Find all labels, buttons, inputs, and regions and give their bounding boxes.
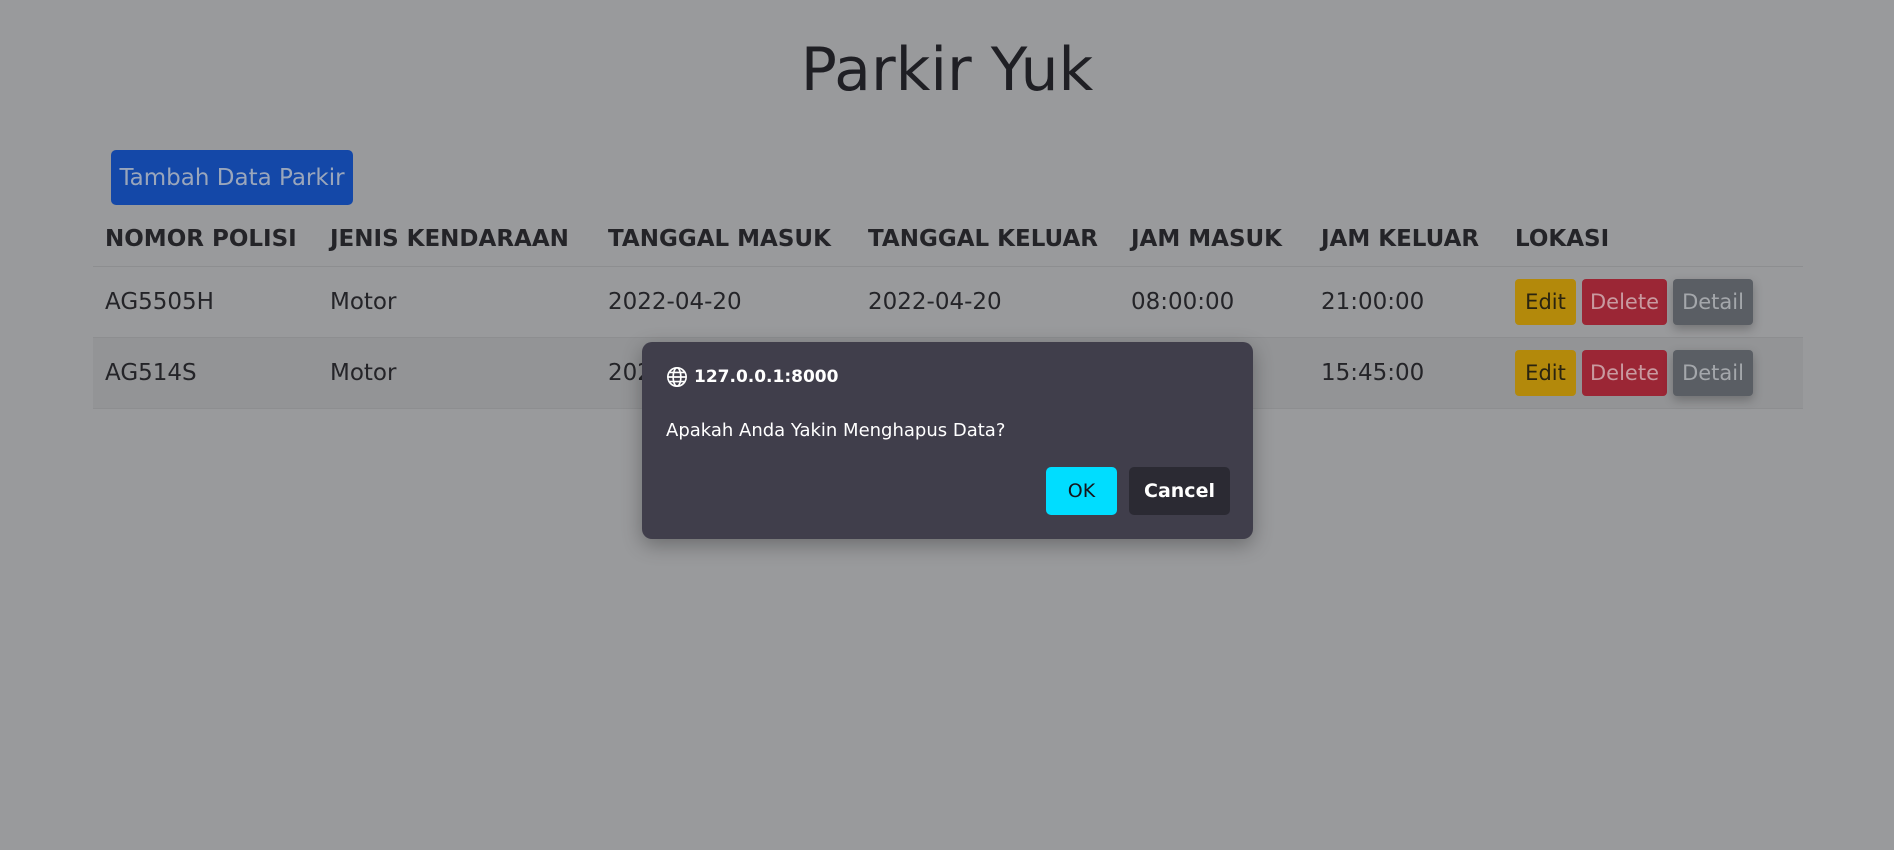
table-header-row: NOMOR POLISI JENIS KENDARAAN TANGGAL MAS… xyxy=(93,212,1803,267)
delete-button[interactable]: Delete xyxy=(1582,350,1667,396)
column-header-jam-masuk: JAM MASUK xyxy=(1119,212,1309,267)
detail-button[interactable]: Detail xyxy=(1673,279,1753,325)
column-header-tanggal-masuk: TANGGAL MASUK xyxy=(596,212,856,267)
add-parking-data-button[interactable]: Tambah Data Parkir xyxy=(111,150,353,205)
cell-actions: Edit Delete Detail xyxy=(1503,266,1803,338)
dialog-origin: 127.0.0.1:8000 xyxy=(666,366,838,388)
confirm-dialog: 127.0.0.1:8000 Apakah Anda Yakin Menghap… xyxy=(642,342,1253,539)
cell-jam-masuk: 08:00:00 xyxy=(1119,266,1309,338)
delete-button[interactable]: Delete xyxy=(1582,279,1667,325)
dialog-origin-text: 127.0.0.1:8000 xyxy=(694,367,839,387)
cell-tanggal-masuk: 2022-04-20 xyxy=(596,266,856,338)
cell-jam-keluar: 15:45:00 xyxy=(1309,337,1503,409)
cell-nomor-polisi: AG514S xyxy=(93,337,318,409)
detail-button[interactable]: Detail xyxy=(1673,350,1753,396)
page: Parkir Yuk Tambah Data Parkir NOMOR POLI… xyxy=(0,0,1894,850)
page-title: Parkir Yuk xyxy=(800,35,1094,105)
column-header-jenis-kendaraan: JENIS KENDARAAN xyxy=(318,212,596,267)
cell-jam-keluar: 21:00:00 xyxy=(1309,266,1503,338)
edit-button[interactable]: Edit xyxy=(1515,350,1576,396)
column-header-tanggal-keluar: TANGGAL KELUAR xyxy=(856,212,1119,267)
edit-button[interactable]: Edit xyxy=(1515,279,1576,325)
ok-button[interactable]: OK xyxy=(1046,467,1117,515)
cancel-button[interactable]: Cancel xyxy=(1129,467,1230,515)
globe-icon xyxy=(666,366,688,388)
table-row: AG5505H Motor 2022-04-20 2022-04-20 08:0… xyxy=(93,266,1803,338)
column-header-jam-keluar: JAM KELUAR xyxy=(1309,212,1503,267)
row-actions: Edit Delete Detail xyxy=(1515,350,1803,396)
dialog-message: Apakah Anda Yakin Menghapus Data? xyxy=(666,420,1006,441)
cell-jenis-kendaraan: Motor xyxy=(318,266,596,338)
cell-actions: Edit Delete Detail xyxy=(1503,337,1803,409)
column-header-nomor-polisi: NOMOR POLISI xyxy=(93,212,318,267)
row-actions: Edit Delete Detail xyxy=(1515,279,1803,325)
cell-jenis-kendaraan: Motor xyxy=(318,337,596,409)
column-header-lokasi: LOKASI xyxy=(1503,212,1803,267)
cell-tanggal-keluar: 2022-04-20 xyxy=(856,266,1119,338)
cell-nomor-polisi: AG5505H xyxy=(93,266,318,338)
